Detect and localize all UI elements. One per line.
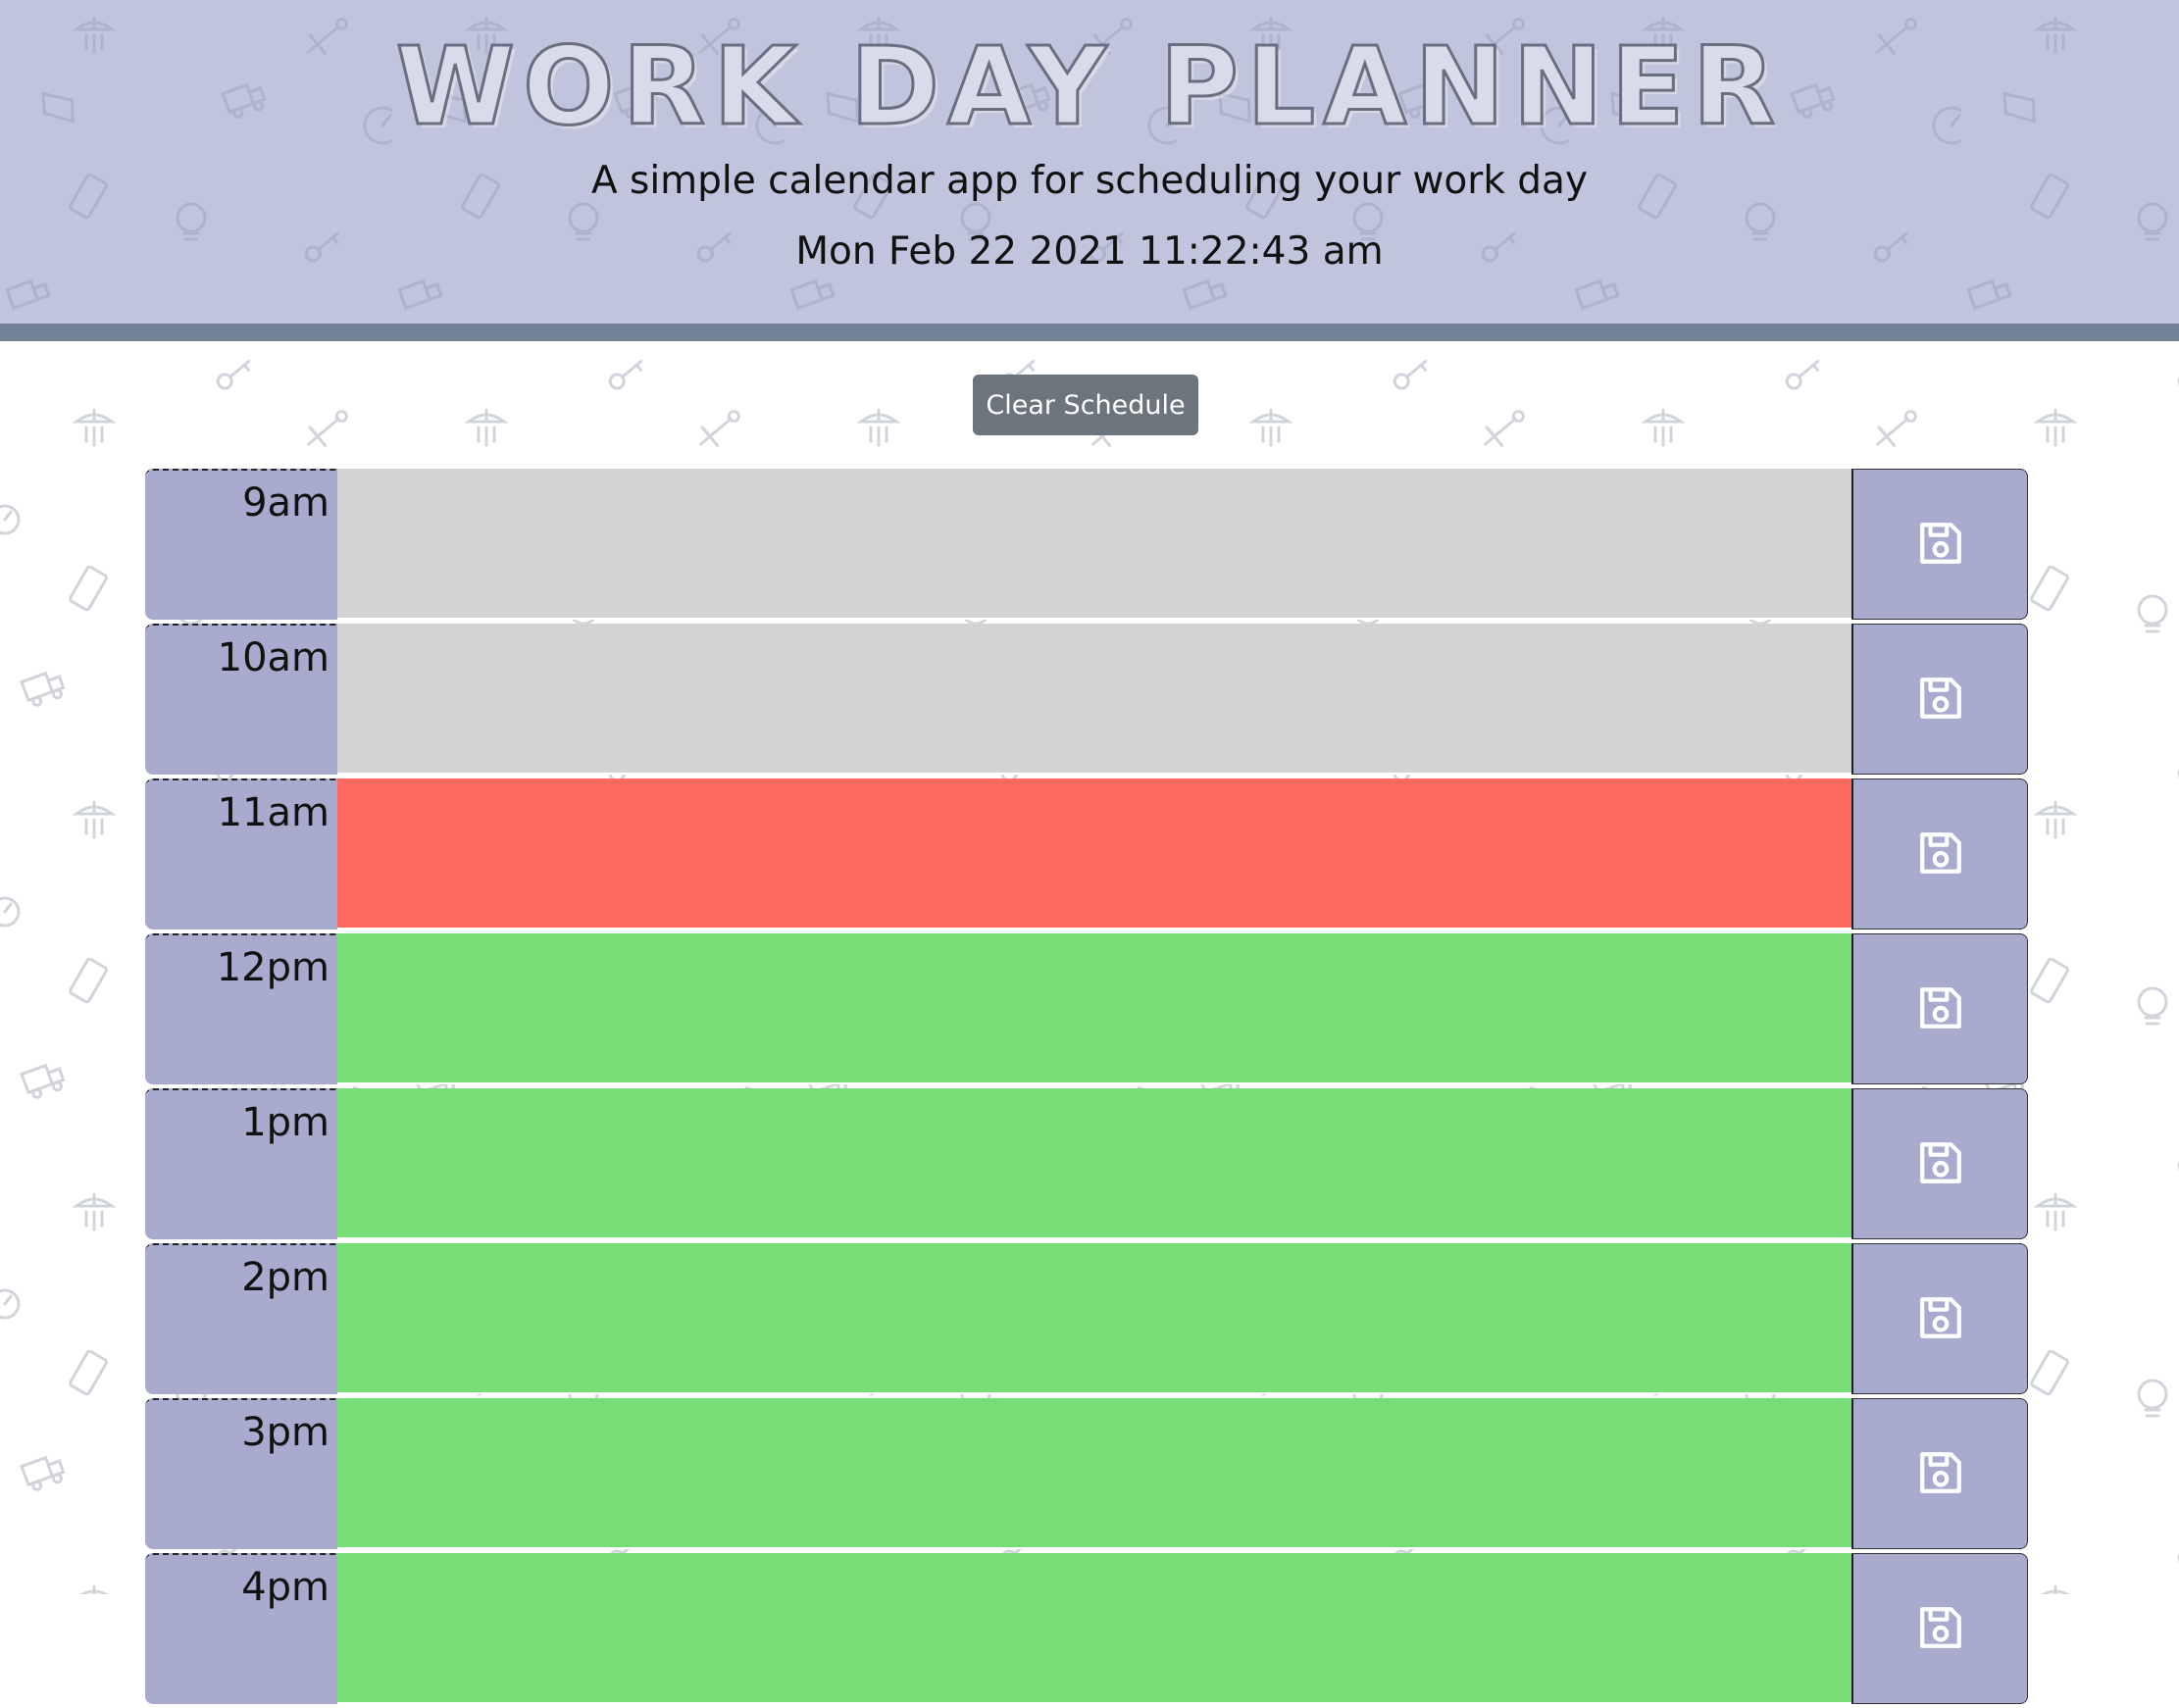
time-block-row: 9am bbox=[145, 469, 2028, 620]
hour-label: 9am bbox=[145, 469, 337, 620]
current-date-time: Mon Feb 22 2021 11:22:43 am bbox=[795, 229, 1384, 274]
time-block-row: 11am bbox=[145, 779, 2028, 929]
save-button[interactable] bbox=[1851, 1553, 2028, 1704]
save-button[interactable] bbox=[1851, 1243, 2028, 1394]
floppy-disk-icon bbox=[1916, 1448, 1965, 1500]
time-block-row: 10am bbox=[145, 624, 2028, 775]
save-button[interactable] bbox=[1851, 469, 2028, 620]
hour-label: 12pm bbox=[145, 933, 337, 1084]
floppy-disk-icon bbox=[1916, 1293, 1965, 1345]
hour-label: 10am bbox=[145, 624, 337, 775]
time-block-row: 4pm bbox=[145, 1553, 2028, 1704]
floppy-disk-icon bbox=[1916, 1603, 1965, 1655]
event-description-input[interactable] bbox=[337, 1243, 1851, 1394]
page-title: WORK DAY PLANNER bbox=[394, 24, 1784, 149]
page-subtitle: A simple calendar app for scheduling you… bbox=[590, 159, 1589, 203]
hour-label: 4pm bbox=[145, 1553, 337, 1704]
hour-label: 1pm bbox=[145, 1088, 337, 1239]
jumbotron-header: WORK DAY PLANNER A simple calendar app f… bbox=[0, 0, 2179, 341]
floppy-disk-icon bbox=[1916, 519, 1965, 571]
event-description-input[interactable] bbox=[337, 624, 1851, 775]
time-block-row: 2pm bbox=[145, 1243, 2028, 1394]
schedule-container: 9am 10am 11am 12pm 1pm 2pm 3pm 4pm bbox=[145, 469, 2028, 1708]
event-description-input[interactable] bbox=[337, 779, 1851, 929]
save-button[interactable] bbox=[1851, 624, 2028, 775]
clear-schedule-button[interactable]: Clear Schedule bbox=[973, 375, 1198, 435]
floppy-disk-icon bbox=[1916, 674, 1965, 726]
event-description-input[interactable] bbox=[337, 1553, 1851, 1704]
event-description-input[interactable] bbox=[337, 1398, 1851, 1549]
save-button[interactable] bbox=[1851, 1088, 2028, 1239]
event-description-input[interactable] bbox=[337, 933, 1851, 1084]
floppy-disk-icon bbox=[1916, 983, 1965, 1035]
hour-label: 3pm bbox=[145, 1398, 337, 1549]
save-button[interactable] bbox=[1851, 933, 2028, 1084]
save-button[interactable] bbox=[1851, 779, 2028, 929]
floppy-disk-icon bbox=[1916, 1138, 1965, 1190]
floppy-disk-icon bbox=[1916, 829, 1965, 880]
save-button[interactable] bbox=[1851, 1398, 2028, 1549]
event-description-input[interactable] bbox=[337, 469, 1851, 620]
hour-label: 11am bbox=[145, 779, 337, 929]
hour-label: 2pm bbox=[145, 1243, 337, 1394]
event-description-input[interactable] bbox=[337, 1088, 1851, 1239]
time-block-row: 1pm bbox=[145, 1088, 2028, 1239]
time-block-row: 12pm bbox=[145, 933, 2028, 1084]
time-block-row: 3pm bbox=[145, 1398, 2028, 1549]
